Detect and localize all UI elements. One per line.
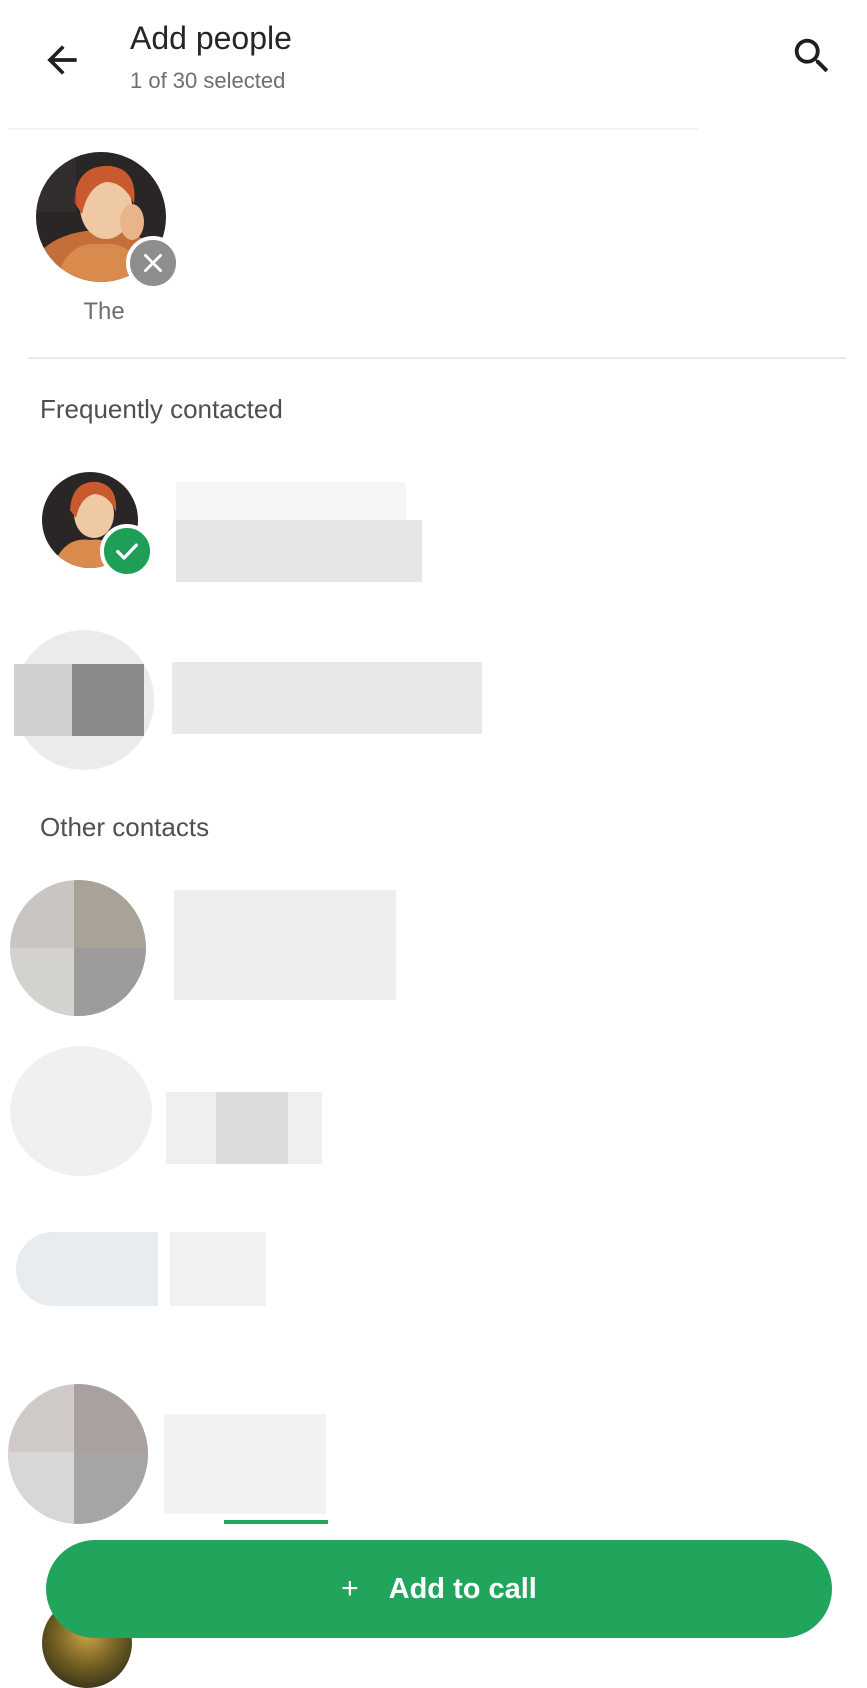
section-header-other: Other contacts	[40, 812, 210, 842]
plus-icon: +	[341, 1572, 359, 1605]
contact-row[interactable]	[0, 630, 867, 770]
close-icon	[144, 254, 162, 272]
selected-check-badge	[100, 524, 154, 578]
remove-participant-button[interactable]	[126, 236, 180, 290]
redacted-name	[176, 482, 406, 522]
redacted-name	[164, 1414, 326, 1514]
redacted-name	[170, 1232, 266, 1306]
redacted-name	[172, 662, 482, 734]
header-divider	[8, 128, 698, 130]
avatar	[10, 880, 146, 1016]
selection-count: 1 of 30 selected	[130, 68, 286, 93]
add-to-call-label: Add to call	[388, 1572, 537, 1605]
arrow-back-icon	[47, 45, 77, 75]
progress-indicator	[224, 1520, 328, 1524]
back-button[interactable]	[36, 34, 88, 86]
page-title: Add people	[130, 20, 292, 56]
search-icon	[794, 38, 829, 73]
contact-row[interactable]	[0, 1232, 867, 1362]
contact-row[interactable]	[0, 876, 867, 1016]
search-button[interactable]	[786, 30, 838, 82]
check-icon	[116, 543, 138, 560]
app-bar: Add people 1 of 30 selected	[0, 0, 867, 110]
selected-name: The	[83, 298, 125, 325]
contact-row[interactable]	[0, 1046, 867, 1176]
section-divider	[28, 357, 846, 359]
redacted-name	[216, 1092, 288, 1164]
add-to-call-button[interactable]: + Add to call	[46, 1540, 832, 1638]
contact-row[interactable]	[0, 464, 867, 594]
avatar	[16, 1232, 158, 1306]
contact-row[interactable]	[0, 1384, 867, 1524]
redacted-name	[176, 520, 422, 582]
avatar-pixel	[72, 664, 144, 736]
redacted-name	[174, 890, 396, 1000]
section-header-frequent: Frequently contacted	[40, 394, 283, 424]
avatar	[8, 1384, 148, 1524]
avatar	[10, 1046, 152, 1176]
avatar-pixel	[14, 664, 72, 736]
